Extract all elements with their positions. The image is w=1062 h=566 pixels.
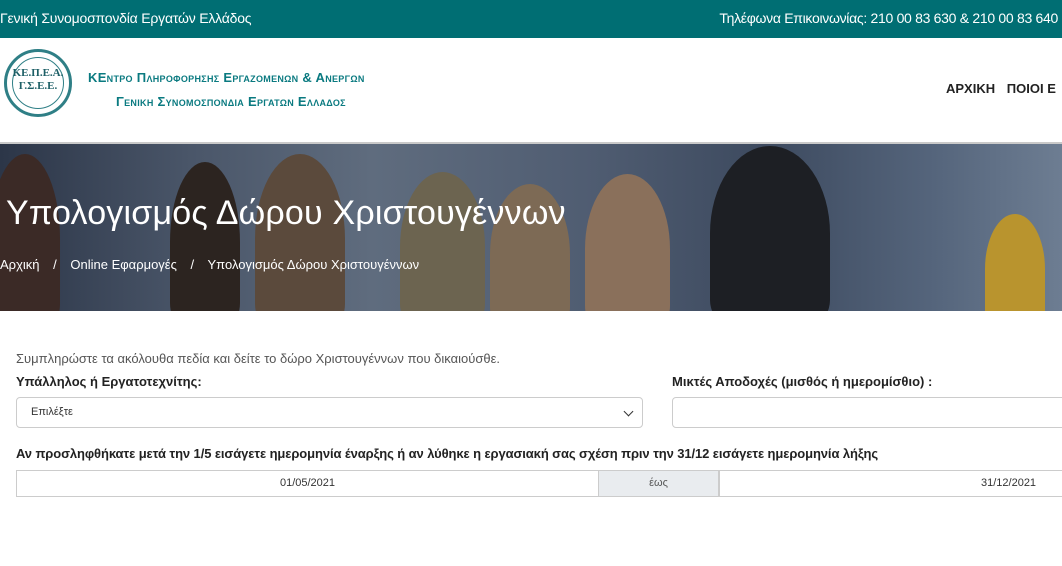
nav-item-about[interactable]: ΠΟΙΟΙ Ε [1007,81,1056,96]
hero-banner: Υπολογισμός Δώρου Χριστουγέννων Αρχική /… [0,144,1062,311]
chevron-down-icon [623,406,634,417]
breadcrumb-separator: / [190,257,195,272]
kepea-logo[interactable]: ΚΕ.Π.Ε.Α. Γ.Σ.Ε.Ε. [4,49,72,117]
main-nav: ΑΡΧΙΚΗ ΠΟΙΟΙ Ε [946,81,1062,96]
end-date-value: 31/12/2021 [981,477,1037,489]
page-title: Υπολογισμός Δώρου Χριστουγέννων [6,194,566,232]
nav-item-home[interactable]: ΑΡΧΙΚΗ [946,81,995,96]
end-date-input[interactable]: 31/12/2021 [719,470,1062,497]
hero-photo-person [710,146,830,311]
logo-text-line1: ΚΕ.Π.Ε.Α. [12,67,64,79]
start-date-input[interactable]: 01/05/2021 [16,470,598,497]
employee-type-label: Υπάλληλος ή Εργατοτεχνίτης: [16,374,202,389]
salary-label: Μικτές Αποδοχές (μισθός ή ημερομίσθιο) : [672,374,933,389]
hero-photo-person [170,162,240,311]
hero-photo-person [585,174,670,311]
hero-photo-person [400,172,485,311]
breadcrumb-separator: / [53,257,57,272]
employee-type-select[interactable]: Επιλέξτε [16,397,643,428]
top-bar-org-name: Γενική Συνομοσπονδία Εργατών Ελλάδος [0,10,252,26]
breadcrumb-online-apps[interactable]: Online Εφαρμογές [70,257,176,272]
salary-input[interactable] [672,397,1062,428]
org-title-line1: ΚΕντρο Πληροφορησης Εργαζομενων & Ανεργω… [88,70,365,85]
form-intro: Συμπληρώστε τα ακόλουθα πεδία και δείτε … [16,351,501,366]
breadcrumb-current: Υπολογισμός Δώρου Χριστουγέννων [207,257,420,272]
breadcrumb-home[interactable]: Αρχική [0,257,40,272]
employee-type-value: Επιλέξτε [31,406,73,418]
org-title-line2: Γενικη Συνομοσπονδια Εργατων Ελλαδος [116,94,346,109]
date-range-separator: έως [598,470,719,497]
site-header: ΚΕ.Π.Ε.Α. Γ.Σ.Ε.Ε. ΚΕντρο Πληροφορησης Ε… [0,38,1062,144]
period-label: Αν προσληφθήκατε μετά την 1/5 εισάγετε η… [16,446,879,461]
hero-photo-person [985,214,1045,311]
top-bar-phones: Τηλέφωνα Επικοινωνίας: 210 00 83 630 & 2… [719,10,1058,26]
logo-text-line2: Γ.Σ.Ε.Ε. [18,80,58,92]
breadcrumb: Αρχική / Online Εφαρμογές / Υπολογισμός … [0,257,419,272]
top-bar: Γενική Συνομοσπονδία Εργατών Ελλάδος Τηλ… [0,0,1062,38]
